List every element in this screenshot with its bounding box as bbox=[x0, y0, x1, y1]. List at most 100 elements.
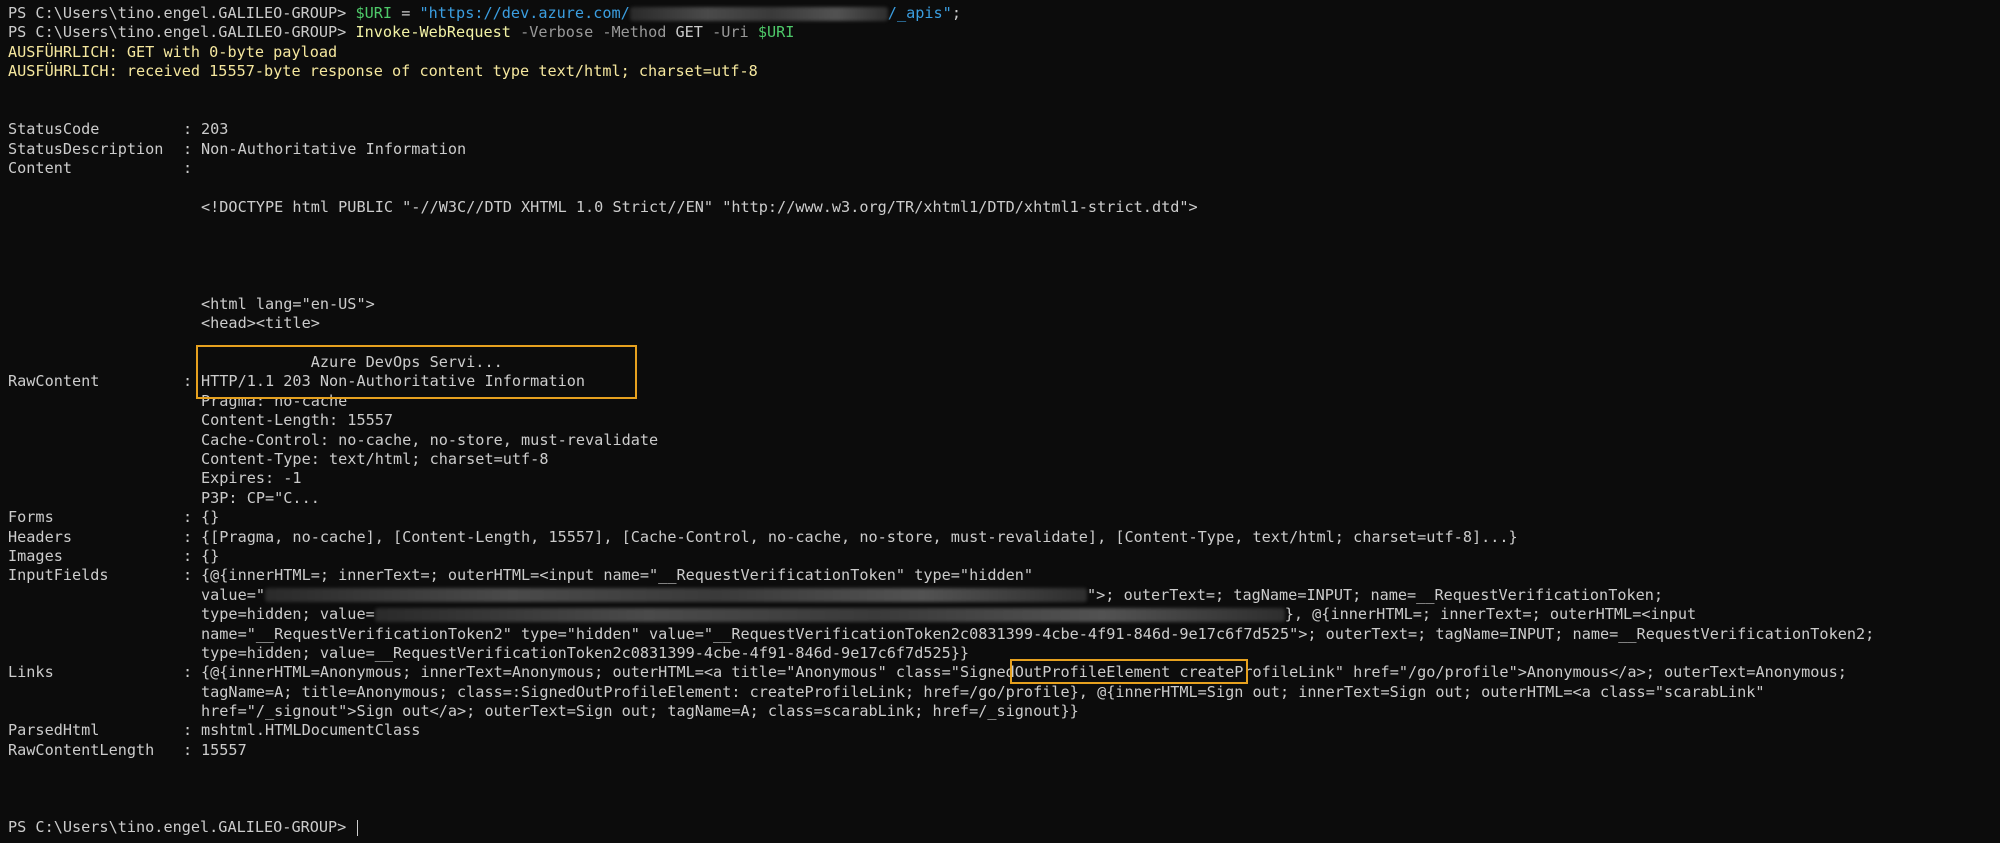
colon: : bbox=[183, 740, 193, 759]
raw-content-pragma: Pragma: no-cache bbox=[201, 391, 348, 410]
content-key: Content bbox=[8, 159, 73, 178]
prompt: PS C:\Users\tino.engel.GALILEO-GROUP> bbox=[8, 23, 356, 42]
links-line-1c: createProfileLink" href="/go/profile">An… bbox=[1170, 663, 1847, 682]
colon: : bbox=[183, 139, 193, 158]
raw-content-pragma-row: Pragma: no-cache bbox=[8, 392, 2000, 411]
headers-value: {[Pragma, no-cache], [Content-Length, 15… bbox=[201, 527, 1518, 546]
input-fields-line-3b: }, @{innerHTML=; innerText=; outerHTML=<… bbox=[1284, 605, 1697, 624]
images-value: {} bbox=[201, 546, 220, 565]
content-doctype-row: <!DOCTYPE html PUBLIC "-//W3C//DTD XHTML… bbox=[8, 198, 2000, 217]
forms-key: Forms bbox=[8, 508, 54, 527]
raw-content-type-row: Content-Type: text/html; charset=utf-8 bbox=[8, 450, 2000, 469]
content-html-row: <html lang="en-US"> bbox=[8, 295, 2000, 314]
status-description-row: StatusDescription: Non-Authoritative Info… bbox=[8, 140, 2000, 159]
uri-param: -Uri bbox=[702, 23, 749, 42]
status-description-key: StatusDescription bbox=[8, 139, 164, 158]
status-code-value: 203 bbox=[201, 120, 229, 139]
assign-operator: = bbox=[392, 4, 420, 22]
raw-content-expires-row: Expires: -1 bbox=[8, 469, 2000, 488]
raw-content-p3p-row: P3P: CP="C... bbox=[8, 489, 2000, 508]
input-fields-line-2a: value=" bbox=[201, 585, 266, 604]
raw-content-status-line: HTTP/1.1 203 Non-Authoritative Informati… bbox=[201, 372, 586, 391]
colon: : bbox=[183, 546, 193, 565]
content-head: <head><title> bbox=[201, 314, 320, 333]
colon: : bbox=[183, 663, 193, 682]
terminal-output[interactable]: PS C:\Users\tino.engel.GALILEO-GROUP> $U… bbox=[8, 4, 2000, 838]
prompt: PS C:\Users\tino.engel.GALILEO-GROUP> bbox=[8, 818, 356, 837]
status-description-value: Non-Authoritative Information bbox=[201, 139, 467, 158]
input-fields-line-4: name="__RequestVerificationToken2" type=… bbox=[201, 624, 1875, 643]
colon: : bbox=[183, 372, 193, 391]
uri-string-start: "https://dev.azure.com/ bbox=[419, 4, 630, 22]
redacted-organization bbox=[629, 6, 888, 21]
colon: : bbox=[183, 566, 193, 585]
input-fields-line-4-row: name="__RequestVerificationToken2" type=… bbox=[8, 625, 2000, 644]
colon: : bbox=[183, 508, 193, 527]
raw-content-length-key: RawContentLength bbox=[8, 740, 155, 759]
verbose-param: -Verbose bbox=[510, 23, 594, 42]
redacted-token bbox=[265, 588, 1088, 603]
parsed-html-row: ParsedHtml: mshtml.HTMLDocumentClass bbox=[8, 721, 2000, 740]
headers-key: Headers bbox=[8, 527, 73, 546]
colon: : bbox=[183, 527, 193, 546]
input-fields-line-3a: type=hidden; value= bbox=[201, 605, 375, 624]
content-row: Content: bbox=[8, 159, 2000, 178]
links-line-3-row: href="/_signout">Sign out</a>; outerText… bbox=[8, 702, 2000, 721]
input-fields-line-5: type=hidden; value=__RequestVerification… bbox=[201, 643, 970, 662]
links-row: Links: {@{innerHTML=Anonymous; innerText=… bbox=[8, 663, 2000, 682]
content-doctype: <!DOCTYPE html PUBLIC "-//W3C//DTD XHTML… bbox=[201, 197, 1198, 216]
uri-variable: $URI bbox=[355, 4, 393, 22]
raw-content-row: RawContent: HTTP/1.1 203 Non-Authoritativ… bbox=[8, 372, 2000, 391]
input-fields-key: InputFields bbox=[8, 566, 109, 585]
prompt: PS C:\Users\tino.engel.GALILEO-GROUP> bbox=[8, 4, 356, 22]
content-title-row: Azure DevOps Servi... bbox=[8, 353, 2000, 372]
verbose-line-1: AUSFÜHRLICH: GET with 0-byte payload bbox=[8, 42, 338, 61]
uri-string-end: /_apis" bbox=[887, 4, 952, 22]
colon: : bbox=[183, 721, 193, 740]
command-line-invoke: PS C:\Users\tino.engel.GALILEO-GROUP> In… bbox=[8, 23, 2000, 42]
parsed-html-value: mshtml.HTMLDocumentClass bbox=[201, 721, 421, 740]
images-key: Images bbox=[8, 546, 63, 565]
parsed-html-key: ParsedHtml bbox=[8, 721, 100, 740]
raw-content-length-value: 15557 bbox=[201, 740, 247, 759]
raw-content-expires: Expires: -1 bbox=[201, 469, 302, 488]
input-fields-line-2b: ">; outerText=; tagName=INPUT; name=__Re… bbox=[1087, 585, 1664, 604]
raw-content-length-row: RawContentLength:15557 bbox=[8, 741, 2000, 760]
content-head-row: <head><title> bbox=[8, 314, 2000, 333]
headers-row: Headers: {[Pragma, no-cache], [Content-Le… bbox=[8, 528, 2000, 547]
uri-param-value: $URI bbox=[748, 23, 795, 42]
status-code-row: StatusCode:203 bbox=[8, 120, 2000, 139]
raw-content-key: RawContent bbox=[8, 372, 100, 391]
statement-terminator: ; bbox=[951, 4, 961, 22]
method-param: -Method bbox=[593, 23, 667, 42]
content-html-open: <html lang="en-US"> bbox=[201, 294, 375, 313]
raw-content-cache-control-row: Cache-Control: no-cache, no-store, must-… bbox=[8, 431, 2000, 450]
status-code-key: StatusCode bbox=[8, 120, 100, 139]
verbose-line-2: AUSFÜHRLICH: received 15557-byte respons… bbox=[8, 62, 758, 81]
raw-content-length-header-row: Content-Length: 15557 bbox=[8, 411, 2000, 430]
signed-out-profile-element: SignedOutProfileElement bbox=[959, 663, 1171, 682]
command-line-uri: PS C:\Users\tino.engel.GALILEO-GROUP> $U… bbox=[8, 4, 2000, 23]
input-fields-row: InputFields: {@{innerHTML=; innerText=; o… bbox=[8, 566, 2000, 585]
colon: : bbox=[183, 120, 193, 139]
forms-value: {} bbox=[201, 508, 220, 527]
input-fields-line-2-row: value=" ">; outerText=; tagName=INPUT; na… bbox=[8, 586, 2000, 605]
images-row: Images: {} bbox=[8, 547, 2000, 566]
raw-content-type: Content-Type: text/html; charset=utf-8 bbox=[201, 449, 549, 468]
raw-content-length-header: Content-Length: 15557 bbox=[201, 411, 394, 430]
forms-row: Forms: {} bbox=[8, 508, 2000, 527]
links-key: Links bbox=[8, 663, 54, 682]
text-cursor bbox=[357, 819, 359, 836]
input-prompt-line[interactable]: PS C:\Users\tino.engel.GALILEO-GROUP> bbox=[8, 818, 2000, 837]
input-fields-line-5-row: type=hidden; value=__RequestVerification… bbox=[8, 644, 2000, 663]
input-fields-line-3-row: type=hidden; value= }, @{innerHTML=; inne… bbox=[8, 605, 2000, 624]
